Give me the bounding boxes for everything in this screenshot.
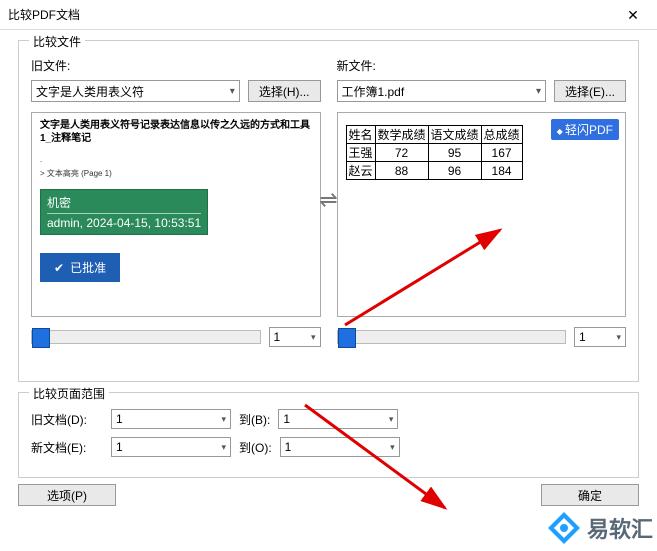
new-from-select[interactable]: 1▾ [111,437,231,457]
old-file-label: 旧文件: [31,57,321,74]
chevron-down-icon: ▾ [221,442,226,453]
pdf-app-badge: ◆ 轻闪PDF [551,119,619,140]
brand-text: 易软汇 [587,512,653,544]
chevron-down-icon: ▾ [311,332,316,343]
old-select-button[interactable]: 选择(H)... [248,80,321,102]
compare-files-legend: 比较文件 [29,33,85,50]
new-to-label: 到(O): [239,439,272,456]
old-preview-title: 文字是人类用表义符号记录表达信息以传之久远的方式和工具 1_注释笔记 [40,119,312,145]
window-title: 比较PDF文档 [8,6,617,23]
bottom-buttons: 选项(P) 确定 [18,484,639,506]
old-from-select[interactable]: 1▾ [111,409,231,429]
close-icon[interactable]: ✕ [617,3,649,27]
sliders-row: 1▾ 1▾ [31,327,626,347]
old-page-spin[interactable]: 1▾ [269,327,321,347]
old-page-slider[interactable] [31,330,261,344]
new-page-spin[interactable]: 1▾ [574,327,626,347]
old-column: 旧文件: 文字是人类用表义符 ▾ 选择(H)... 文字是人类用表义符号记录表达… [31,57,321,317]
old-preview: 文字是人类用表义符号记录表达信息以传之久远的方式和工具 1_注释笔记 . > 文… [31,112,321,317]
page-range-group: 比较页面范围 旧文档(D): 1▾ 到(B): 1▾ 新文档(E): 1▾ 到(… [18,392,639,478]
approved-badge: 已批准 [40,253,120,282]
new-column: 新文件: 工作簿1.pdf ▾ 选择(E)... ◆ 轻闪PDF 姓名数学成绩语… [337,57,627,317]
new-doc-range-label: 新文档(E): [31,439,103,456]
new-file-combo[interactable]: 工作簿1.pdf ▾ [337,80,547,102]
new-page-slider[interactable] [337,330,567,344]
new-file-value: 工作簿1.pdf [342,83,405,100]
title-bar: 比较PDF文档 ✕ [0,0,657,30]
chevron-down-icon: ▾ [616,332,621,343]
old-preview-meta2: > 文本高亮 (Page 1) [40,168,312,179]
new-to-select[interactable]: 1▾ [280,437,400,457]
page-range-legend: 比较页面范围 [29,385,109,402]
brand-watermark: 易软汇 [547,511,653,545]
brand-logo-icon [547,511,581,545]
new-select-button[interactable]: 选择(E)... [554,80,626,102]
old-doc-range-label: 旧文档(D): [31,411,103,428]
chevron-down-icon: ▾ [230,86,235,97]
new-preview: ◆ 轻闪PDF 姓名数学成绩语文成绩总成绩 王强7295167 赵云889618… [337,112,627,317]
old-to-label: 到(B): [239,411,270,428]
old-to-select[interactable]: 1▾ [278,409,398,429]
old-preview-meta1: . [40,155,312,164]
old-file-value: 文字是人类用表义符 [36,83,144,100]
new-file-label: 新文件: [337,57,627,74]
chevron-down-icon: ▾ [221,414,226,425]
compare-files-group: 比较文件 旧文件: 文字是人类用表义符 ▾ 选择(H)... 文字是人类用表义符… [18,40,639,382]
options-button[interactable]: 选项(P) [18,484,116,506]
chevron-down-icon: ▾ [390,442,395,453]
chevron-down-icon: ▾ [389,414,394,425]
old-file-combo[interactable]: 文字是人类用表义符 ▾ [31,80,240,102]
chevron-down-icon: ▾ [536,86,541,97]
swap-icon: ⇌ [319,187,337,213]
confidential-stamp: 机密 admin, 2024-04-15, 10:53:51 [40,189,208,235]
ok-button[interactable]: 确定 [541,484,639,506]
new-preview-table: 姓名数学成绩语文成绩总成绩 王强7295167 赵云8896184 [346,125,523,180]
files-row: 旧文件: 文字是人类用表义符 ▾ 选择(H)... 文字是人类用表义符号记录表达… [31,57,626,317]
